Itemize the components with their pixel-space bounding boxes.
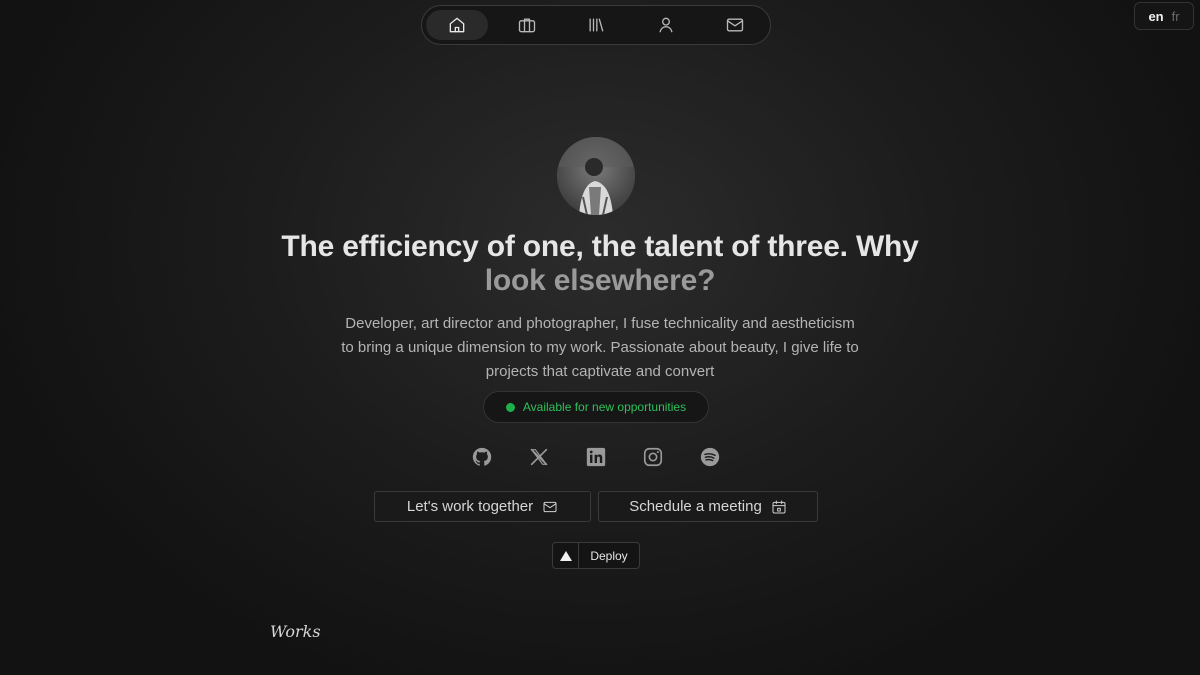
- language-fr[interactable]: fr: [1172, 9, 1180, 24]
- schedule-meeting-label: Schedule a meeting: [629, 498, 762, 515]
- x-icon: [530, 448, 548, 466]
- nav-library[interactable]: [565, 10, 627, 40]
- mail-icon: [543, 501, 557, 512]
- work-together-label: Let's work together: [406, 498, 534, 515]
- spotify-icon: [700, 447, 720, 467]
- home-icon: [449, 17, 465, 33]
- social-links: [470, 444, 722, 470]
- linkedin-icon: [586, 447, 606, 467]
- linkedin-link[interactable]: [584, 445, 608, 469]
- github-icon: [472, 447, 492, 466]
- nav-contact[interactable]: [704, 10, 766, 40]
- nav-about[interactable]: [635, 10, 697, 40]
- spotify-link[interactable]: [698, 445, 722, 469]
- avatar: [557, 137, 635, 215]
- vercel-logo-icon: [553, 543, 579, 568]
- availability-text: Available for new opportunities: [522, 400, 687, 414]
- x-link[interactable]: [527, 445, 551, 469]
- works-section-title: Works: [270, 622, 321, 641]
- work-together-button[interactable]: Let's work together: [374, 491, 591, 522]
- instagram-icon: [643, 447, 663, 467]
- language-en[interactable]: en: [1148, 9, 1163, 24]
- headline-secondary: look elsewhere?: [484, 264, 716, 297]
- github-link[interactable]: [470, 445, 494, 469]
- headline-primary: The efficiency of one, the talent of thr…: [281, 230, 919, 263]
- calendar-icon: [772, 500, 786, 513]
- deploy-button[interactable]: Deploy: [552, 542, 640, 569]
- language-switcher: en fr: [1134, 2, 1194, 30]
- availability-badge: Available for new opportunities: [483, 391, 709, 423]
- user-icon: [659, 17, 672, 33]
- nav-works[interactable]: [496, 10, 558, 40]
- briefcase-icon: [518, 18, 535, 33]
- status-dot-icon: [505, 402, 515, 412]
- hero-headline: The efficiency of one, the talent of thr…: [200, 230, 1000, 298]
- instagram-link[interactable]: [641, 445, 665, 469]
- mail-icon: [726, 18, 744, 32]
- library-icon: [589, 18, 604, 32]
- deploy-label: Deploy: [590, 548, 628, 563]
- nav-home[interactable]: [426, 10, 488, 40]
- schedule-meeting-button[interactable]: Schedule a meeting: [598, 491, 818, 522]
- hero-description: Developer, art director and photographer…: [341, 315, 859, 380]
- top-navigation: [421, 5, 771, 45]
